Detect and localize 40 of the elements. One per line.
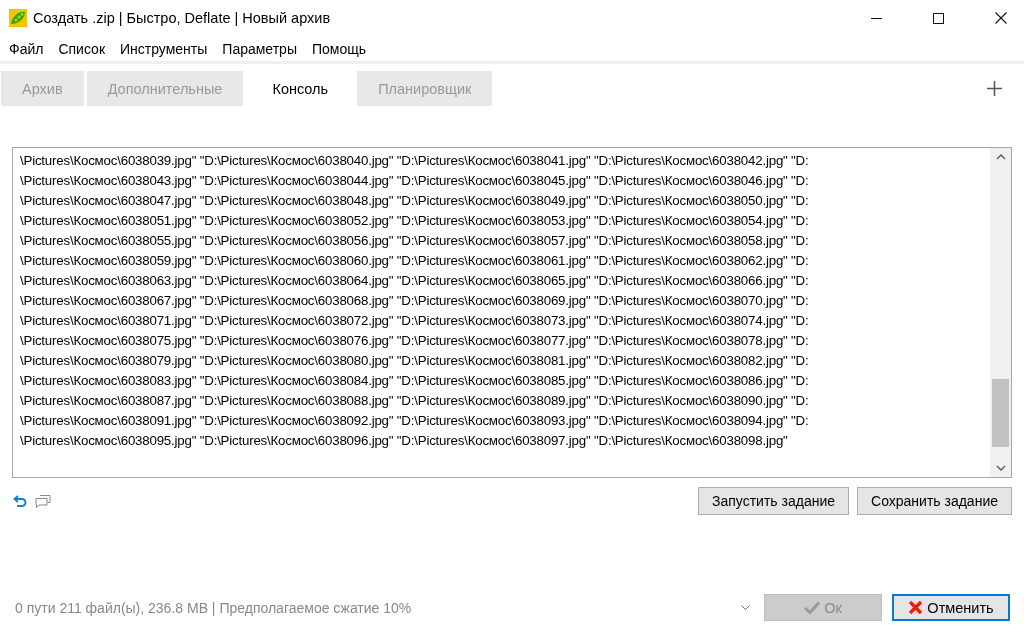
chevron-down-icon[interactable] xyxy=(741,605,750,610)
menu-item[interactable]: Параметры xyxy=(222,40,297,57)
console-line: \Pictures\Космос\6038067.jpg" "D:\Pictures\Космос\6038068.jpg" "D:\Pictures\Космос\6038069.jpg" "D:\Pictures\Космос\6038070.jpg" "D: xyxy=(20,292,810,310)
close-icon[interactable] xyxy=(995,12,1007,24)
scroll-up-icon[interactable] xyxy=(995,154,1006,160)
add-icon[interactable] xyxy=(987,81,1002,96)
console-line: \Pictures\Космос\6038083.jpg" "D:\Pictures\Космос\6038084.jpg" "D:\Pictures\Космос\6038085.jpg" "D:\Pictures\Космос\6038086.jpg" "D: xyxy=(20,372,810,390)
cancel-button[interactable]: Отменить xyxy=(892,594,1010,621)
console-text-area[interactable] xyxy=(12,147,1012,478)
menu-item[interactable]: Список xyxy=(58,40,105,57)
menu-item[interactable]: Файл xyxy=(9,40,44,57)
console-line: \Pictures\Космос\6038079.jpg" "D:\Pictures\Космос\6038080.jpg" "D:\Pictures\Космос\6038081.jpg" "D:\Pictures\Космос\6038082.jpg" "D: xyxy=(20,352,810,370)
task-button[interactable]: Запустить задание xyxy=(698,487,850,515)
menu-item[interactable]: Инструменты xyxy=(120,40,208,57)
console-line: \Pictures\Космос\6038051.jpg" "D:\Pictures\Космос\6038052.jpg" "D:\Pictures\Космос\6038053.jpg" "D:\Pictures\Космос\6038054.jpg" "D: xyxy=(20,212,810,230)
cross-icon xyxy=(908,600,924,615)
app-icon xyxy=(9,9,27,27)
minimize-icon[interactable] xyxy=(871,17,882,19)
console-line: \Pictures\Космос\6038087.jpg" "D:\Pictures\Космос\6038088.jpg" "D:\Pictures\Космос\6038089.jpg" "D:\Pictures\Космос\6038090.jpg" "D: xyxy=(20,392,810,410)
console-line: \Pictures\Космос\6038059.jpg" "D:\Pictures\Космос\6038060.jpg" "D:\Pictures\Космос\6038061.jpg" "D:\Pictures\Космос\6038062.jpg" "D: xyxy=(20,252,810,270)
console-line: \Pictures\Космос\6038055.jpg" "D:\Pictures\Космос\6038056.jpg" "D:\Pictures\Космос\6038057.jpg" "D:\Pictures\Космос\6038058.jpg" "D: xyxy=(20,232,810,250)
console-line: \Pictures\Космос\6038095.jpg" "D:\Pictures\Космос\6038096.jpg" "D:\Pictures\Космос\6038097.jpg" "D:\Pictures\Космос\6038098.jpg" xyxy=(20,432,789,450)
console-line: \Pictures\Космос\6038063.jpg" "D:\Pictures\Космос\6038064.jpg" "D:\Pictures\Космос\6038065.jpg" "D:\Pictures\Космос\6038066.jpg" "D: xyxy=(20,272,810,290)
scrollbar[interactable] xyxy=(990,148,1011,477)
menu-item[interactable]: Помощь xyxy=(311,40,367,57)
scroll-down-icon[interactable] xyxy=(995,465,1006,471)
maximize-icon[interactable] xyxy=(933,12,944,24)
console-line: \Pictures\Космос\6038039.jpg" "D:\Pictures\Космос\6038040.jpg" "D:\Pictures\Космос\6038041.jpg" "D:\Pictures\Космос\6038042.jpg" "D: xyxy=(20,152,810,170)
window-title: Создать .zip | Быстро, Deflate | Новый архив xyxy=(33,10,331,26)
task-button[interactable]: Сохранить задание xyxy=(857,487,1012,515)
console-line: \Pictures\Космос\6038047.jpg" "D:\Pictures\Космос\6038048.jpg" "D:\Pictures\Космос\6038049.jpg" "D:\Pictures\Космос\6038050.jpg" "D: xyxy=(20,192,810,210)
console-line: \Pictures\Космос\6038071.jpg" "D:\Pictures\Космос\6038072.jpg" "D:\Pictures\Космос\6038073.jpg" "D:\Pictures\Космос\6038074.jpg" "D: xyxy=(20,312,810,330)
console-line: \Pictures\Космос\6038075.jpg" "D:\Pictures\Космос\6038076.jpg" "D:\Pictures\Космос\6038077.jpg" "D:\Pictures\Космос\6038078.jpg" "D: xyxy=(20,332,810,350)
checkmark-icon xyxy=(804,601,821,614)
console-line: \Pictures\Космос\6038091.jpg" "D:\Pictures\Космос\6038092.jpg" "D:\Pictures\Космос\6038093.jpg" "D:\Pictures\Космос\6038094.jpg" "D: xyxy=(20,412,810,430)
console-line: \Pictures\Космос\6038043.jpg" "D:\Pictures\Космос\6038044.jpg" "D:\Pictures\Космос\6038045.jpg" "D:\Pictures\Космос\6038046.jpg" "D: xyxy=(20,172,810,190)
chat-icon[interactable] xyxy=(35,493,51,509)
undo-icon[interactable] xyxy=(13,495,27,507)
status-text: 0 пути 211 файл(ы), 236.8 MB | Предполагаемое сжатие 10% xyxy=(15,599,413,616)
scroll-thumb[interactable] xyxy=(992,379,1009,447)
